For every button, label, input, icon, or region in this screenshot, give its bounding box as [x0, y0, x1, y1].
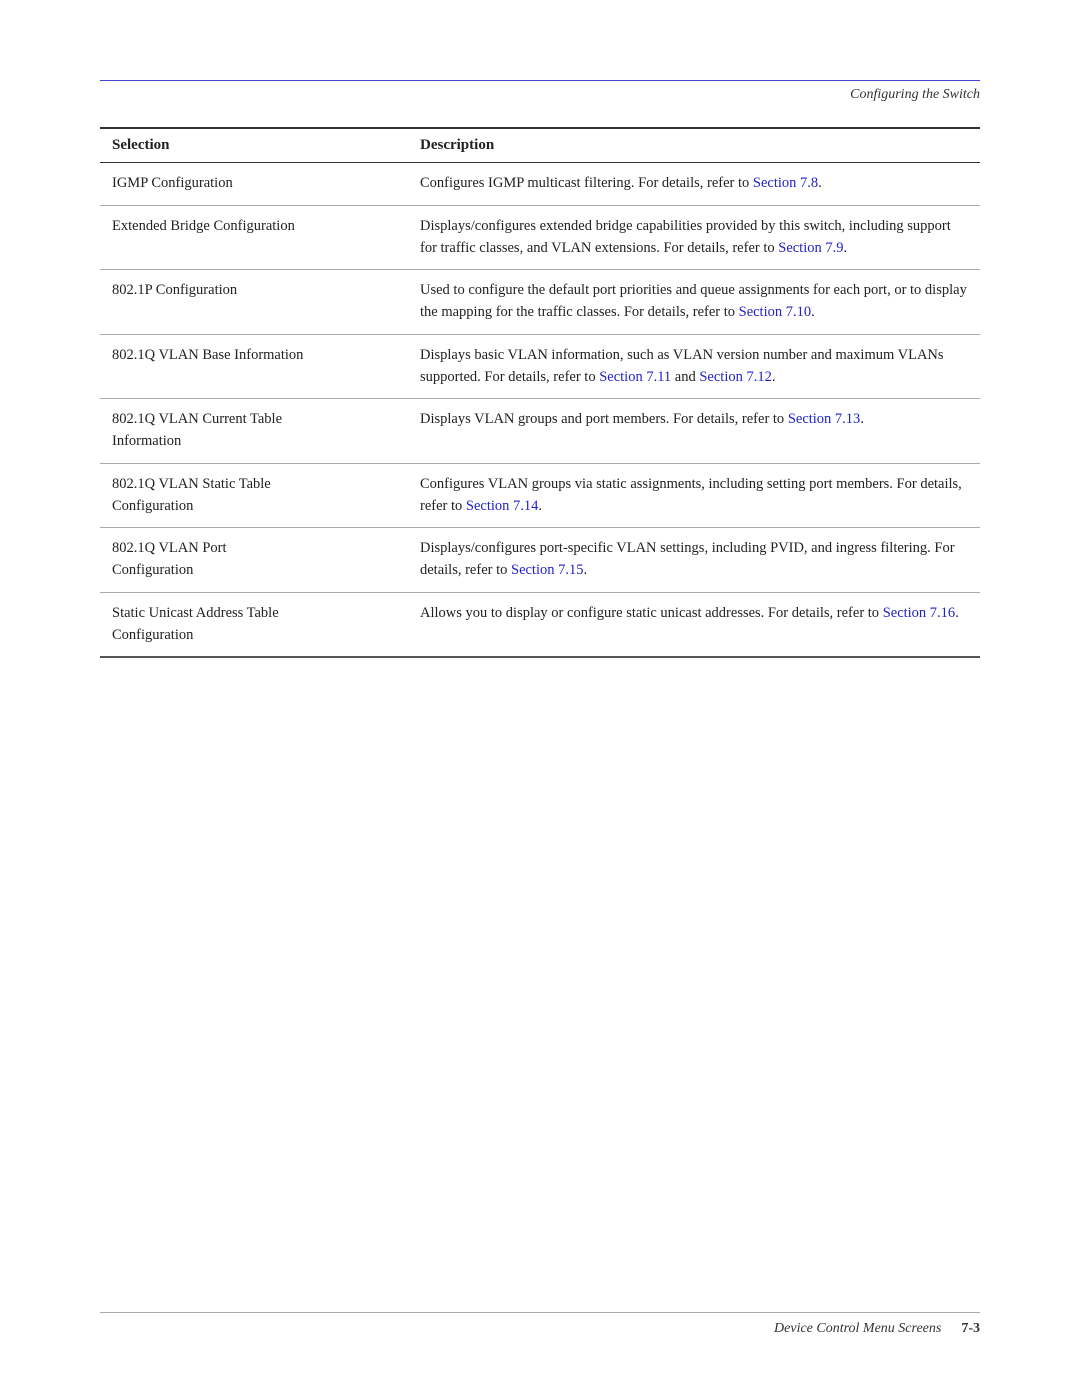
table-cell-description: Used to configure the default port prior…: [408, 270, 980, 335]
table-cell-description: Displays/configures extended bridge capa…: [408, 205, 980, 270]
header-line: Configuring the Switch: [100, 87, 980, 103]
section-link[interactable]: Section 7.14: [466, 498, 539, 514]
section-link[interactable]: Section 7.9: [778, 240, 843, 256]
table-cell-description: Allows you to display or configure stati…: [408, 592, 980, 657]
table-row: 802.1Q VLAN PortConfigurationDisplays/co…: [100, 528, 980, 593]
col-description-header: Description: [408, 128, 980, 163]
main-table: Selection Description IGMP Configuration…: [100, 127, 980, 658]
table-cell-selection: 802.1P Configuration: [100, 270, 408, 335]
table-row: 802.1P ConfigurationUsed to configure th…: [100, 270, 980, 335]
section-link[interactable]: Section 7.16: [883, 605, 956, 621]
table-cell-description: Configures IGMP multicast filtering. For…: [408, 163, 980, 206]
footer-content: Device Control Menu Screens 7-3: [100, 1321, 980, 1337]
footer-right: Device Control Menu Screens 7-3: [774, 1321, 980, 1337]
table-cell-selection: IGMP Configuration: [100, 163, 408, 206]
section-link[interactable]: Section 7.11: [599, 369, 671, 385]
footer-text: Device Control Menu Screens: [774, 1321, 941, 1337]
page-header-title: Configuring the Switch: [850, 87, 980, 103]
table-row: 802.1Q VLAN Base InformationDisplays bas…: [100, 334, 980, 399]
footer-area: Device Control Menu Screens 7-3: [0, 1312, 1080, 1337]
table-row: Static Unicast Address TableConfiguratio…: [100, 592, 980, 657]
table-cell-selection: Extended Bridge Configuration: [100, 205, 408, 270]
table-cell-description: Displays basic VLAN information, such as…: [408, 334, 980, 399]
section-link[interactable]: Section 7.8: [753, 175, 818, 191]
table-cell-description: Configures VLAN groups via static assign…: [408, 463, 980, 528]
col-selection-header: Selection: [100, 128, 408, 163]
table-cell-selection: 802.1Q VLAN PortConfiguration: [100, 528, 408, 593]
table-cell-selection: 802.1Q VLAN Base Information: [100, 334, 408, 399]
header-rule: [100, 80, 980, 81]
section-link[interactable]: Section 7.15: [511, 562, 584, 578]
table-cell-selection: 802.1Q VLAN Static TableConfiguration: [100, 463, 408, 528]
footer-rule: [100, 1312, 980, 1313]
table-cell-selection: Static Unicast Address TableConfiguratio…: [100, 592, 408, 657]
table-row: 802.1Q VLAN Static TableConfigurationCon…: [100, 463, 980, 528]
page-container: Configuring the Switch Selection Descrip…: [0, 0, 1080, 1397]
table-cell-description: Displays/configures port-specific VLAN s…: [408, 528, 980, 593]
table-row: Extended Bridge ConfigurationDisplays/co…: [100, 205, 980, 270]
footer-page: 7-3: [961, 1321, 980, 1337]
table-cell-description: Displays VLAN groups and port members. F…: [408, 399, 980, 464]
section-link[interactable]: Section 7.12: [699, 369, 772, 385]
table-row: 802.1Q VLAN Current TableInformationDisp…: [100, 399, 980, 464]
table-cell-selection: 802.1Q VLAN Current TableInformation: [100, 399, 408, 464]
table-row: IGMP ConfigurationConfigures IGMP multic…: [100, 163, 980, 206]
table-header-row: Selection Description: [100, 128, 980, 163]
section-link[interactable]: Section 7.13: [788, 411, 861, 427]
section-link[interactable]: Section 7.10: [739, 304, 812, 320]
